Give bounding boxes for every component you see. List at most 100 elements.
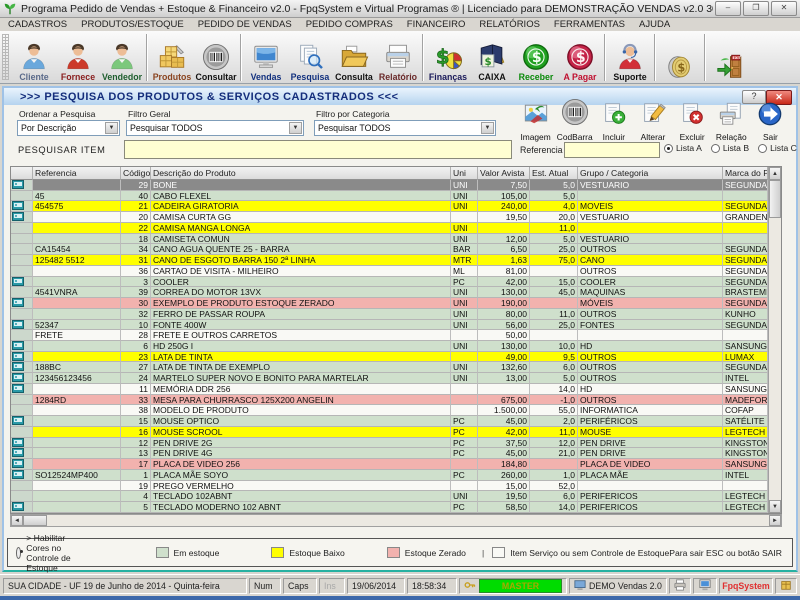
table-row[interactable]: 3COOLERPC42,0015,0COOLERSEGUNDA L	[11, 277, 768, 288]
menu-item-pedido-de-vendas[interactable]: PEDIDO DE VENDAS	[198, 19, 292, 30]
column-header-est-atual[interactable]: Est. Atual	[530, 167, 578, 180]
scroll-down-icon[interactable]: ▼	[769, 500, 781, 513]
toolbar-button-finan-as[interactable]: $Finanças	[426, 32, 470, 82]
table-row[interactable]: 45457521CADEIRA GIRATORIAUNI240,004,0MOV…	[11, 201, 768, 212]
table-row[interactable]: 20CAMISA CURTA GG19,5020,0VESTUARIOGRAND…	[11, 212, 768, 223]
table-row[interactable]: 23LATA DE TINTA49,009,5OUTROSLUMAX	[11, 352, 768, 363]
search-item-input[interactable]	[124, 140, 512, 159]
scroll-left-icon[interactable]: ◄	[11, 515, 23, 526]
radio-lista-a[interactable]: Lista A	[664, 143, 702, 153]
menu-item-ferramentas[interactable]: FERRAMENTAS	[554, 19, 625, 30]
menu-item-produtos-estoque[interactable]: PRODUTOS/ESTOQUE	[81, 19, 184, 30]
toolbar-button-cliente[interactable]: Cliente	[12, 32, 56, 82]
computer-icon	[574, 579, 586, 593]
horizontal-scrollbar[interactable]: ◄ ►	[10, 514, 782, 527]
general-filter-select[interactable]: Pesquisar TODOS ▼	[126, 120, 304, 136]
table-row[interactable]: 19PREGO VERMELHO15,0052,0	[11, 481, 768, 492]
action-button-rela-o[interactable]: Relação	[712, 92, 751, 142]
column-header-uni[interactable]: Uni	[451, 167, 478, 180]
table-row[interactable]: SO12524MP4001PLACA MÃE SOYOPC260,001,0PL…	[11, 470, 768, 481]
menu-item-financeiro[interactable]: FINANCEIRO	[407, 19, 466, 30]
table-row[interactable]: 5TECLADO MODERNO 102 ABNTPC58,5014,0PERI…	[11, 502, 768, 513]
vertical-scrollbar[interactable]: ▲ ▼	[768, 167, 781, 513]
status-monitor-panel[interactable]	[693, 578, 717, 594]
table-row[interactable]: 30EXEMPLO DE PRODUTO ESTOQUE ZERADOUNI19…	[11, 298, 768, 309]
table-row[interactable]: 11MEMÓRIA DDR 25614,0HDSANSUNG	[11, 384, 768, 395]
chevron-down-icon[interactable]: ▼	[481, 122, 494, 134]
menu-item-relat-rios[interactable]: RELATÓRIOS	[479, 19, 540, 30]
scroll-up-icon[interactable]: ▲	[769, 167, 781, 180]
reference-input[interactable]	[564, 142, 660, 158]
table-row[interactable]: 17PLACA DE VIDEO 256184,80PLACA DE VIDEO…	[11, 459, 768, 470]
table-row[interactable]: 188BC27LATA DE TINTA DE EXEMPLOUNI132,60…	[11, 362, 768, 373]
table-row[interactable]: 1284RD33MESA PARA CHURRASCO 125X200 ANGE…	[11, 395, 768, 406]
column-header-marca-do-pr[interactable]: Marca do Pr	[723, 167, 768, 180]
chevron-down-icon[interactable]: ▼	[105, 122, 118, 134]
radio-lista-c[interactable]: Lista C	[758, 143, 797, 153]
radio-icon[interactable]	[664, 144, 673, 153]
table-row[interactable]: FRETE28FRETE E OUTROS CARRETOS50,00	[11, 330, 768, 341]
table-row[interactable]: 12PEN DRIVE 2GPC37,5012,0PEN DRIVEKINGST…	[11, 438, 768, 449]
toolbar-button-exit-door-icon[interactable]: EXIT	[708, 32, 752, 82]
toolbar-button-vendedor[interactable]: Vendedor	[100, 32, 144, 82]
toolbar-button-produtos[interactable]: Produtos	[150, 32, 194, 82]
menu-item-pedido-compras[interactable]: PEDIDO COMPRAS	[306, 19, 393, 30]
toolbar-button-fornece[interactable]: Fornece	[56, 32, 100, 82]
table-row[interactable]: 4540CABO FLEXELUNI105,005,0	[11, 191, 768, 202]
table-row[interactable]: 18CAMISETA COMUNUNI12,005,0VESTUARIO	[11, 234, 768, 245]
column-header-referencia[interactable]: Referencia	[33, 167, 121, 180]
table-row[interactable]: 32FERRO DE PASSAR ROUPAUNI80,0011,0OUTRO…	[11, 309, 768, 320]
radio-icon[interactable]	[711, 144, 720, 153]
table-row[interactable]: 38MODELO DE PRODUTO1.500,0055,0INFORMATI…	[11, 405, 768, 416]
minimize-button[interactable]: –	[715, 1, 741, 16]
toolbar-button-pesquisa[interactable]: Pesquisa	[288, 32, 332, 82]
action-button-alterar[interactable]: Alterar	[633, 92, 672, 142]
table-row[interactable]: 12345612345624MARTELO SUPER NOVO E BONIT…	[11, 373, 768, 384]
toolbar-button-vendas[interactable]: Vendas	[244, 32, 288, 82]
table-row[interactable]: 16MOUSE SCROOLPC42,0011,0MOUSELEGTECH	[11, 427, 768, 438]
toolbar-button-coin-icon[interactable]: $	[658, 32, 702, 82]
close-button[interactable]: ✕	[771, 1, 797, 16]
toolbar-button-consultar[interactable]: Consultar	[194, 32, 238, 82]
scroll-right-icon[interactable]: ►	[769, 515, 781, 526]
radio-icon[interactable]	[758, 144, 767, 153]
enable-colors-toggle[interactable]	[16, 547, 21, 559]
column-header-descri-o-do-produto[interactable]: Descrição do Produto	[151, 167, 451, 180]
table-row[interactable]: 6HD 250G IUNI130,0010,0HDSANSUNG	[11, 341, 768, 352]
toolbar-button-suporte[interactable]: Suporte	[608, 32, 652, 82]
table-row[interactable]: 15MOUSE OPTICOPC45,002,0PERIFÉRICOSSATÉL…	[11, 416, 768, 427]
table-row[interactable]: 5234710FONTE 400WUNI56,0025,0FONTESSEGUN…	[11, 320, 768, 331]
table-row[interactable]: 36CARTAO DE VISITA - MILHEIROML81,00OUTR…	[11, 266, 768, 277]
table-row[interactable]: 125482 551231CANO DE ESGOTO BARRA 150 2ª…	[11, 255, 768, 266]
action-button-sair[interactable]: Sair	[751, 92, 790, 142]
table-row[interactable]: 22CAMISA MANGA LONGAUNI11,0	[11, 223, 768, 234]
maximize-button[interactable]: ❐	[743, 1, 769, 16]
menu-item-cadastros[interactable]: CADASTROS	[8, 19, 67, 30]
order-filter-select[interactable]: Por Descrição ▼	[17, 120, 120, 136]
radio-lista-b[interactable]: Lista B	[711, 143, 749, 153]
column-header-c-digo[interactable]: Código	[121, 167, 151, 180]
toolbar-button-a-pagar[interactable]: $A Pagar	[558, 32, 602, 82]
table-row[interactable]: CA1545434CANO AGUA QUENTE 25 - BARRABAR6…	[11, 244, 768, 255]
toolbar-button-relat-rio[interactable]: Relatório	[376, 32, 420, 82]
column-header-grupo-categoria[interactable]: Grupo / Categoria	[578, 167, 723, 180]
table-row[interactable]: 29BONEUNI7,505,0VESTUARIOSEGUNDA L	[11, 180, 768, 191]
table-row[interactable]: 13PEN DRIVE 4GPC45,0021,0PEN DRIVEKINGST…	[11, 448, 768, 459]
horizontal-scroll-thumb[interactable]	[23, 515, 47, 526]
action-button-codbarra[interactable]: CodBarra	[555, 92, 594, 142]
cell-gru: PLACA MÃE	[578, 470, 723, 481]
menu-item-ajuda[interactable]: AJUDA	[639, 19, 670, 30]
status-printer-panel[interactable]	[669, 578, 691, 594]
column-header-valor-avista[interactable]: Valor Avista	[478, 167, 530, 180]
toolbar-button-consulta[interactable]: Consulta	[332, 32, 376, 82]
category-filter-select[interactable]: Pesquisar TODOS ▼	[314, 120, 496, 136]
chevron-down-icon[interactable]: ▼	[289, 122, 302, 134]
table-row[interactable]: 4541VNRA39CORREA DO MOTOR 13VXUNI130,004…	[11, 287, 768, 298]
action-button-excluir[interactable]: Excluir	[673, 92, 712, 142]
action-button-imagem[interactable]: Imagem	[516, 92, 555, 142]
vertical-scroll-thumb[interactable]	[769, 180, 781, 218]
table-row[interactable]: 4TECLADO 102ABNTUNI19,506,0PERIFERICOSLE…	[11, 491, 768, 502]
toolbar-button-caixa[interactable]: $CAIXA	[470, 32, 514, 82]
action-button-incluir[interactable]: Incluir	[594, 92, 633, 142]
toolbar-button-receber[interactable]: $Receber	[514, 32, 558, 82]
